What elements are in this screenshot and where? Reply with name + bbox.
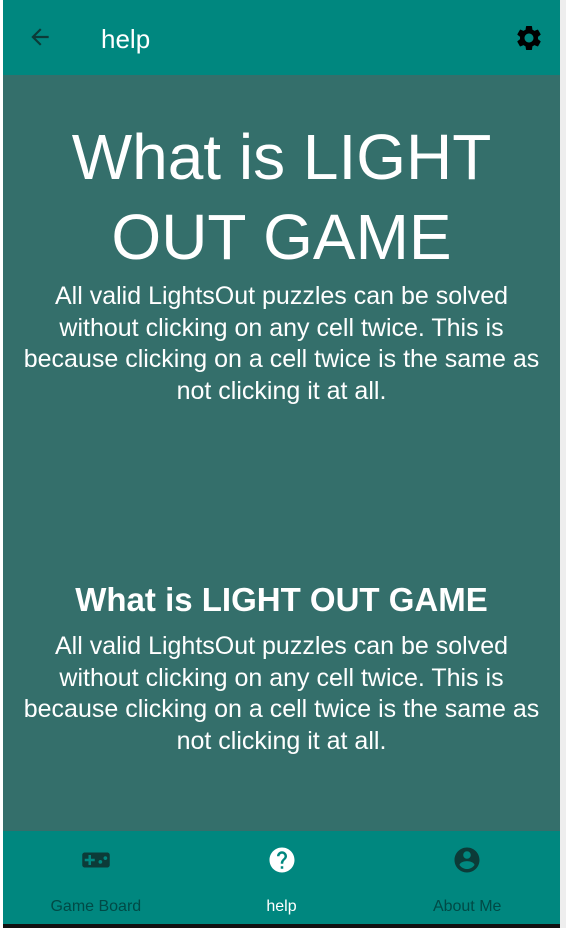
- gamepad-icon: [81, 845, 111, 875]
- help-paragraph-2: All valid LightsOut puzzles can be solve…: [23, 632, 540, 755]
- settings-button[interactable]: [512, 21, 546, 55]
- help-circle-icon: [267, 845, 297, 875]
- back-button[interactable]: [23, 20, 57, 54]
- system-bar-edge: [3, 924, 560, 928]
- nav-item-about-me[interactable]: About Me: [374, 831, 560, 924]
- nav-label-help: help: [266, 898, 297, 915]
- account-circle-icon: [452, 845, 482, 875]
- help-paragraph-1: All valid LightsOut puzzles can be solve…: [23, 282, 540, 405]
- gear-icon: [517, 25, 541, 50]
- main-heading: What is LIGHT OUT GAME: [71, 121, 492, 273]
- nav-label-game-board: Game Board: [50, 898, 142, 915]
- help-content: What is LIGHT OUT GAME All valid LightsO…: [3, 75, 560, 831]
- section-heading: What is LIGHT OUT GAME: [75, 581, 488, 618]
- bottom-navigation: Game Board help About Me: [3, 831, 560, 924]
- app-bar: help: [3, 0, 560, 75]
- page-title: help: [101, 24, 151, 54]
- screen: help What is LIGHT OUT GAME All valid Li…: [0, 0, 566, 928]
- nav-label-about-me: About Me: [432, 898, 502, 915]
- app-window: help What is LIGHT OUT GAME All valid Li…: [3, 0, 560, 928]
- nav-item-game-board[interactable]: Game Board: [3, 831, 189, 924]
- arrow-left-icon: [31, 28, 49, 46]
- nav-item-help[interactable]: help: [189, 831, 375, 924]
- scrollbar-strip: [560, 0, 566, 928]
